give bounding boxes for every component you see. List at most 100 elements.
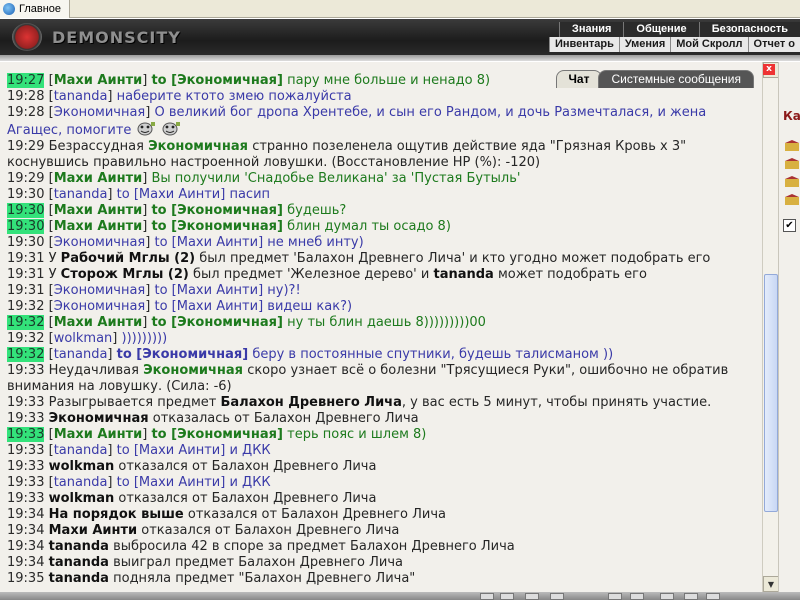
recipient-name[interactable]: Махи Аинти [177,283,258,298]
tab-chat[interactable]: Чат [555,70,603,88]
sender-name[interactable]: Махи Аинти [54,171,143,186]
player-name[interactable]: Экономичная [49,411,149,426]
sender-name[interactable]: wolkman [54,331,113,346]
toolbar-button[interactable] [550,593,564,600]
toolbar-button[interactable] [706,593,720,600]
toolbar-button[interactable] [630,593,644,600]
sender-name[interactable]: Экономичная [54,299,146,314]
close-icon[interactable]: x [763,64,775,75]
recipient-name[interactable]: Махи Аинти [177,235,258,250]
recipient-name[interactable]: Махи Аинти [177,299,258,314]
chat-scrollbar[interactable]: ▲ ▼ [762,62,779,592]
message-text: отказался от Балахон Древнего Лича [187,507,446,522]
sender-name[interactable]: tananda [54,443,108,458]
chat-line: 19:32 [Экономичная] to [Махи Аинти] виде… [7,299,353,314]
recipient-name[interactable]: Махи Аинти [139,443,220,458]
player-name[interactable]: tananda [433,267,493,282]
toolbar-button[interactable] [660,593,674,600]
sender-name[interactable]: Экономичная [54,235,146,250]
toolbar-button[interactable] [500,593,514,600]
recipient-name[interactable]: Экономичная [177,427,277,442]
player-name[interactable]: Экономичная [148,139,248,154]
menu-inventory[interactable]: Инвентарь [548,37,619,52]
message-text: не мнеб инту) [267,235,364,250]
player-name[interactable]: На порядок выше [49,507,184,522]
sender-name[interactable]: Махи Аинти [54,219,143,234]
user-icon[interactable] [784,140,800,153]
player-name[interactable]: Махи Аинти [49,523,138,538]
recipient-name[interactable]: Экономичная [142,347,242,362]
event-prefix: Безрассудная [48,139,149,154]
sender-name[interactable]: tananda [54,475,108,490]
toolbar-button[interactable] [480,593,494,600]
timestamp: 19:32 [7,315,45,330]
event-prefix: Неудачливая [48,363,144,378]
player-name[interactable]: tananda [49,571,109,586]
recipient-name[interactable]: Экономичная [177,219,277,234]
menu-knowledge[interactable]: Знания [558,22,624,37]
menu-communication[interactable]: Общение [623,22,699,37]
chat-line: 19:33 [tananda] to [Махи Аинти] и ДКК [7,443,271,458]
message-text: пасип [229,187,271,202]
sender-name[interactable]: Экономичная [54,105,146,120]
player-name[interactable]: tananda [49,555,109,570]
scroll-down-button[interactable]: ▼ [763,576,779,592]
tab-main[interactable]: Главное [0,0,70,18]
chat-line: 19:34 tananda выиграл предмет Балахон Др… [7,555,757,571]
player-name[interactable]: wolkman [49,491,115,506]
toolbar-button[interactable] [525,593,539,600]
timestamp: 19:28 [7,89,45,104]
smiley-icon [137,122,156,136]
recipient-name[interactable]: Экономичная [177,315,277,330]
toolbar-button[interactable] [608,593,622,600]
timestamp: 19:33 [7,427,45,442]
sender-name[interactable]: tananda [54,347,108,362]
sender-name[interactable]: Махи Аинти [54,73,143,88]
monster-name: Сторож Мглы (2) [60,267,189,282]
message-text: , у вас есть 5 минут, чтобы принять учас… [401,395,712,410]
player-name[interactable]: wolkman [49,459,115,474]
sender-name[interactable]: tananda [54,89,108,104]
timestamp: 19:33 [7,491,45,506]
menu-report[interactable]: Отчет о [747,37,800,52]
menu-skills[interactable]: Умения [618,37,670,52]
chat-tabs: Чат Системные сообщения [555,70,754,88]
player-name[interactable]: Экономичная [143,363,243,378]
timestamp: 19:35 [7,571,45,586]
chat-line: 19:30 [Махи Аинти] to [Экономичная] буде… [7,203,347,218]
recipient-name[interactable]: Махи Аинти [139,475,220,490]
timestamp: 19:32 [7,299,45,314]
user-icon[interactable] [784,158,800,171]
menu-my-scroll[interactable]: Мой Скролл [670,37,747,52]
sender-name[interactable]: tananda [54,187,108,202]
user-icon[interactable] [784,176,800,189]
sender-name[interactable]: Экономичная [54,283,146,298]
recipient-name[interactable]: Экономичная [177,203,277,218]
message-text: был предмет 'Балахон Древнего Лича' и кт… [199,251,711,266]
player-name[interactable]: tananda [49,539,109,554]
timestamp: 19:27 [7,73,45,88]
chat-line: 19:33 Экономичная отказалась от Балахон … [7,411,757,427]
panel-checkbox[interactable]: ✔ [783,219,796,232]
event-prefix: У [48,251,61,266]
user-icon[interactable] [784,194,800,207]
menu-security[interactable]: Безопасность [698,22,800,37]
chat-panel: Чат Системные сообщения 19:27 [Махи Аинт… [0,62,762,592]
sender-name[interactable]: Махи Аинти [54,427,143,442]
chat-line: 19:35 tananda подняла предмет "Балахон Д… [7,571,757,587]
sender-name[interactable]: Махи Аинти [54,315,143,330]
sender-name[interactable]: Махи Аинти [54,203,143,218]
tab-system-messages[interactable]: Системные сообщения [598,70,754,88]
message-text: отказалась от Балахон Древнего Лича [152,411,419,426]
recipient-name[interactable]: Махи Аинти [139,187,220,202]
scroll-thumb[interactable] [764,274,778,512]
recipient-name[interactable]: Экономичная [177,73,277,88]
timestamp: 19:30 [7,235,45,250]
globe-icon [3,3,15,15]
toolbar-button[interactable] [684,593,698,600]
timestamp: 19:34 [7,539,45,554]
message-text: Вы получили 'Снадобье Великана' за 'Пуст… [151,171,521,186]
message-text: был предмет 'Железное дерево' и [192,267,430,282]
chat-line: 19:34 Махи Аинти отказался от Балахон Др… [7,523,757,539]
chat-line: 19:28 [tananda] наберите ктото змею пожа… [7,89,352,104]
